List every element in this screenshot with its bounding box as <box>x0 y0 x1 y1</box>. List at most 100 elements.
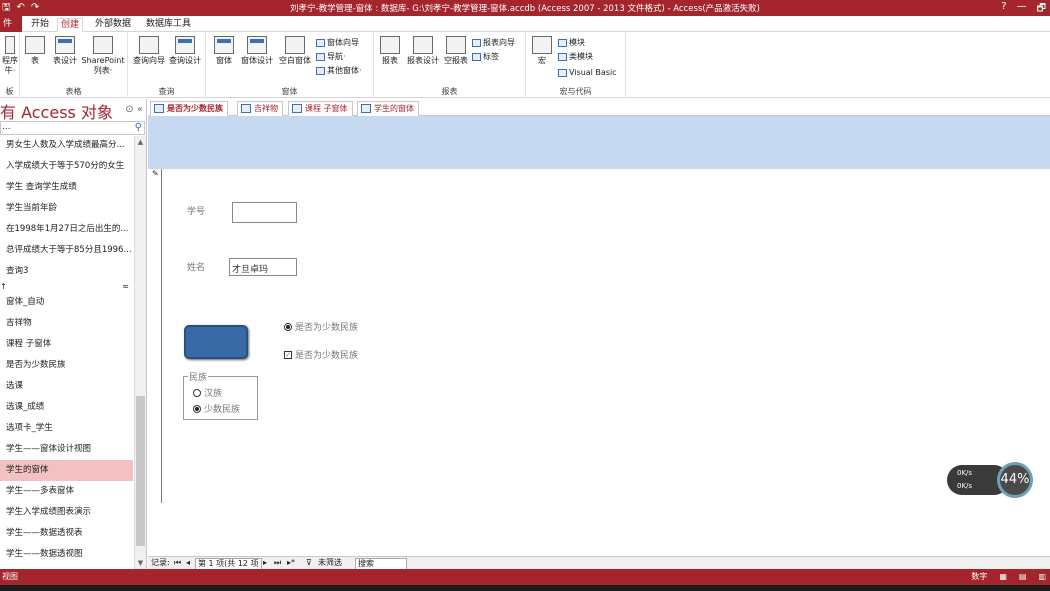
search-icon[interactable]: ⚲ <box>135 122 142 133</box>
nav-item-form[interactable]: 学生——数据透视表 <box>0 523 133 544</box>
nav-item-query[interactable]: 学生当前年龄 <box>0 198 133 219</box>
report-wizard-button[interactable]: 报表向导 <box>472 38 515 48</box>
tab-create[interactable]: 创建 <box>57 18 84 32</box>
doc-tab-course-subform[interactable]: 课程 子窗体 <box>288 101 353 116</box>
datasheet-view-icon[interactable]: ▤ <box>1019 569 1027 585</box>
status-right: 数字 ▦ ▤ ▥ <box>971 569 1046 585</box>
blank-report-button[interactable]: 空报表 <box>442 36 470 66</box>
report-button[interactable]: 报表 <box>378 36 402 66</box>
minority-radio-option[interactable]: 是否为少数民族 <box>284 320 358 333</box>
last-record-button[interactable]: ⏭ <box>274 557 281 569</box>
prev-record-button[interactable]: ◂ <box>186 557 190 569</box>
usage-percent: 44% <box>997 462 1033 498</box>
ribbon: 程序 牛· 板 表 表设计 SharePoint 列表· 表格 查询向导 查询设… <box>0 32 1050 98</box>
doc-tab-minority[interactable]: 是否为少数民族 <box>150 101 228 116</box>
checkbox-checked-icon[interactable]: ✓ <box>284 350 292 359</box>
tab-database-tools[interactable]: 数据库工具 <box>143 18 194 32</box>
nav-item-form[interactable]: 窗体_自动 <box>0 292 133 313</box>
table-button[interactable]: 表 <box>24 36 46 66</box>
nav-search-input[interactable]: ... ⚲ <box>0 121 145 135</box>
blank-form-icon <box>285 36 305 54</box>
nav-item-form[interactable]: 选项卡_学生 <box>0 418 133 439</box>
nav-item-form[interactable]: 学生——数据透视图 <box>0 544 133 565</box>
app-parts-button[interactable]: 程序 牛· <box>0 36 20 76</box>
record-selector[interactable]: ✎ <box>148 169 162 503</box>
radio-selected-icon[interactable] <box>193 404 201 413</box>
nav-item-query[interactable]: 在1998年1月27日之后出生的... <box>0 219 133 240</box>
nav-collapse-icon[interactable]: ⊙ « <box>125 104 143 115</box>
more-forms-icon <box>316 67 325 75</box>
new-record-button[interactable]: ▸* <box>287 557 295 569</box>
radio-empty-icon[interactable] <box>193 388 201 397</box>
query-wizard-button[interactable]: 查询向导 <box>131 36 167 66</box>
tab-file[interactable]: 件 <box>0 16 22 32</box>
nav-item-query[interactable]: 男女生人数及入学成绩最高分... <box>0 135 133 156</box>
pencil-icon: ✎ <box>152 169 159 178</box>
radio-selected-icon[interactable] <box>284 322 292 331</box>
group-tables: 表 表设计 SharePoint 列表· 表格 <box>20 32 128 98</box>
more-forms-button[interactable]: 其他窗体· <box>316 66 362 76</box>
chevron-up-icon[interactable]: ≈ <box>122 282 129 292</box>
doc-tab-student-form[interactable]: 学生的窗体 <box>357 101 419 116</box>
nav-item-form[interactable]: 学生——多表窗体 <box>0 481 133 502</box>
nav-item-form[interactable]: 吉祥物 <box>0 313 133 334</box>
form-view-icon[interactable]: ▦ <box>999 569 1007 585</box>
name-field[interactable]: 才旦卓玛 <box>229 258 297 276</box>
minority-checkbox-option[interactable]: ✓ 是否为少数民族 <box>284 348 358 361</box>
nav-item-query[interactable]: 总评成绩大于等于85分且1996... <box>0 240 133 261</box>
form-detail-section <box>148 169 1050 556</box>
labels-button[interactable]: 标签 <box>472 52 499 62</box>
command-button[interactable] <box>184 325 248 359</box>
form-button[interactable]: 窗体 <box>212 36 236 66</box>
module-icon <box>558 39 567 47</box>
status-view-text: 视图 <box>2 572 18 581</box>
nav-item-form[interactable]: 选课 <box>0 376 133 397</box>
form-design-icon <box>247 36 267 54</box>
tab-home[interactable]: 开始 <box>28 18 52 32</box>
filter-status[interactable]: 未筛选 <box>318 557 342 569</box>
nav-item-form[interactable]: 课程 子窗体 <box>0 334 133 355</box>
macro-button[interactable]: 宏 <box>532 36 552 66</box>
nav-item-query[interactable]: 入学成绩大于等于570分的女生 <box>0 156 133 177</box>
record-label: 记录: <box>151 558 170 567</box>
scroll-up-icon[interactable]: ▲ <box>135 136 146 148</box>
sharepoint-lists-button[interactable]: SharePoint 列表· <box>80 36 126 76</box>
scroll-thumb[interactable] <box>136 396 145 546</box>
nav-item-query[interactable]: 学生 查询学生成绩 <box>0 177 133 198</box>
form-icon <box>241 104 251 113</box>
form-design-button[interactable]: 窗体设计 <box>238 36 276 66</box>
nav-item-form[interactable]: 学生——窗体设计视图 <box>0 439 133 460</box>
report-design-icon <box>413 36 433 54</box>
nav-group-forms-header[interactable]: ↑ ≈ <box>0 282 133 292</box>
first-record-button[interactable]: ⏮ <box>174 557 181 569</box>
next-record-button[interactable]: ▸ <box>263 557 267 569</box>
class-module-button[interactable]: 类模块 <box>558 52 593 62</box>
form-wizard-button[interactable]: 窗体向导 <box>316 38 359 48</box>
visual-basic-button[interactable]: Visual Basic <box>558 68 617 78</box>
ethnicity-group-label: 民族 <box>188 370 209 383</box>
blank-form-button[interactable]: 空白窗体 <box>276 36 314 66</box>
nav-title[interactable]: 有 Access 对象 <box>0 99 113 123</box>
table-design-button[interactable]: 表设计 <box>50 36 80 66</box>
design-view-icon[interactable]: ▥ <box>1038 569 1046 585</box>
tab-external-data[interactable]: 外部数据 <box>92 18 134 32</box>
nav-item-form-selected[interactable]: 学生的窗体 <box>0 460 133 481</box>
nav-item-form[interactable]: 学生入学成绩图表演示 <box>0 502 133 523</box>
filter-icon[interactable]: ⊽ <box>306 557 312 569</box>
nav-item-form[interactable]: 是否为少数民族 <box>0 355 133 376</box>
nav-scrollbar[interactable]: ▲ ▼ <box>134 136 146 569</box>
nav-item-query[interactable]: 查询3 <box>0 261 133 282</box>
query-design-button[interactable]: 查询设计 <box>167 36 203 66</box>
minority-group-radio-option[interactable]: 少数民族 <box>193 402 240 415</box>
module-button[interactable]: 模块 <box>558 38 585 48</box>
navigation-pane: 有 Access 对象 ⊙ « ... ⚲ 男女生人数及入学成绩最高分... 入… <box>0 99 147 569</box>
han-radio-option[interactable]: 汉族 <box>193 386 222 399</box>
group-templates: 程序 牛· 板 <box>0 32 20 98</box>
student-id-field[interactable] <box>232 202 297 223</box>
doc-tab-mascot[interactable]: 吉祥物 <box>237 101 283 116</box>
nav-item-form[interactable]: 选课_成绩 <box>0 397 133 418</box>
network-speed-widget[interactable]: 0K/s 0K/s 44% <box>947 462 1033 498</box>
navigation-button[interactable]: 导航· <box>316 52 346 62</box>
report-design-button[interactable]: 报表设计 <box>404 36 442 66</box>
scroll-down-icon[interactable]: ▼ <box>135 557 146 569</box>
